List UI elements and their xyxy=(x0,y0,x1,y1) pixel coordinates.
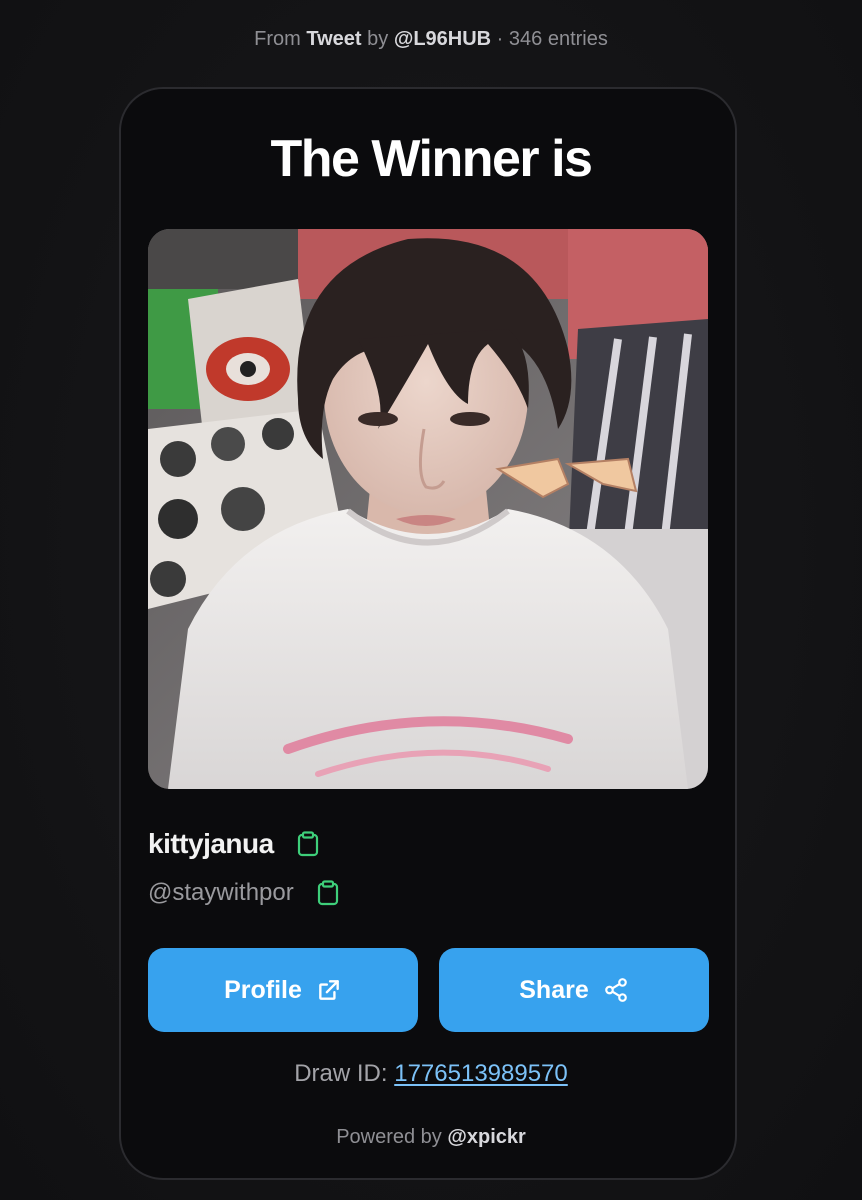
powered-by-brand[interactable]: @xpickr xyxy=(447,1126,525,1148)
winner-handle-row: @staywithpor xyxy=(148,875,342,911)
winner-avatar xyxy=(148,229,708,789)
copy-handle-button[interactable] xyxy=(314,877,342,909)
share-button[interactable]: Share xyxy=(439,948,709,1032)
share-icon xyxy=(603,977,629,1003)
source-type: Tweet xyxy=(306,28,362,50)
winner-title: The Winner is xyxy=(270,130,593,188)
clipboard-icon xyxy=(317,880,338,906)
draw-id-link[interactable]: 1776513989570 xyxy=(394,1060,568,1087)
winner-name-row: kittyjanua xyxy=(148,826,322,862)
source-author: @L96HUB xyxy=(393,28,492,50)
winner-handle: @staywithpor xyxy=(148,879,294,906)
draw-id-line: Draw ID: 1776513989570 xyxy=(0,1059,862,1089)
clipboard-icon xyxy=(297,831,318,857)
source-separator: · xyxy=(496,28,504,50)
entries-count: 346 entries xyxy=(508,28,608,50)
winner-display-name: kittyjanua xyxy=(148,828,274,859)
source-line: From Tweet by @L96HUB · 346 entries xyxy=(0,26,862,52)
share-button-label: Share xyxy=(519,975,589,1004)
external-link-icon xyxy=(316,977,342,1003)
draw-id-label: Draw ID: xyxy=(294,1060,388,1087)
source-prefix: From xyxy=(254,28,301,50)
copy-name-button[interactable] xyxy=(294,828,322,860)
source-by: by xyxy=(367,28,389,50)
profile-button-label: Profile xyxy=(224,975,302,1004)
profile-button[interactable]: Profile xyxy=(148,948,418,1032)
winner-photo-illustration xyxy=(148,229,708,789)
powered-by-footer: Powered by @xpickr xyxy=(0,1124,862,1150)
powered-by-prefix: Powered by xyxy=(336,1126,442,1148)
